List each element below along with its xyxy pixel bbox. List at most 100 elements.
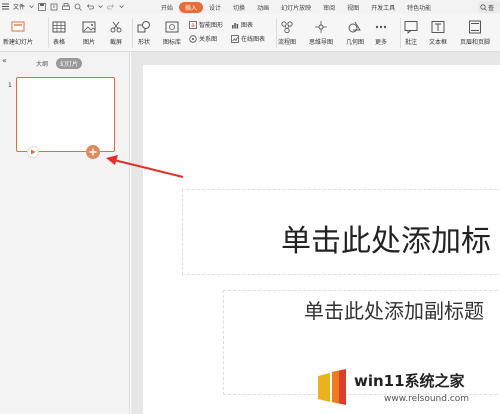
table-icon [52,21,66,33]
add-slide-button[interactable] [86,145,100,159]
more-button[interactable]: 更多 [374,20,388,46]
chart-label: 图表 [241,22,254,29]
tab-4[interactable]: 动画 [251,2,275,13]
slide-panel: « 大纲 幻灯片 1 [0,52,130,414]
shape-label: 形状 [137,39,150,46]
textbox-icon [431,21,445,33]
mindmap-icon [315,21,327,33]
tab-5[interactable]: 幻灯片放映 [275,2,317,13]
tab-outline[interactable]: 大纲 [32,58,52,69]
tab-7[interactable]: 视图 [341,2,365,13]
picture-button[interactable]: 图片 [82,20,96,46]
smart-graphic-label: 智能图形 [199,22,224,29]
shape-button[interactable]: 形状 [137,20,151,46]
search-icon [480,3,487,11]
tab-0[interactable]: 开始 [155,2,179,13]
tab-slides[interactable]: 幻灯片 [56,58,83,69]
search-box[interactable]: 查 [478,1,500,13]
table-label: 表格 [52,39,65,46]
more-label: 更多 [374,39,387,46]
editing-canvas: 单击此处添加标 单击此处添加副标题 [131,52,500,414]
bar-chart-icon [232,22,239,28]
watermark: win11系统之家 www.relsound.com [310,366,500,414]
new-slide-button[interactable]: 新建幻灯片 [3,20,33,46]
slide-editor[interactable]: 单击此处添加标 单击此处添加副标题 [143,65,500,414]
print-icon[interactable] [62,2,70,11]
smart-graphic-icon [189,20,197,29]
tab-8[interactable]: 开发工具 [365,2,401,13]
ribbon-divider [132,18,133,48]
relation-graph-label: 关系图 [199,36,218,43]
screenshot-label: 截屏 [109,39,122,46]
geometry-icon [348,21,361,33]
flowchart-button[interactable]: 流程图 [278,20,296,46]
online-chart-button[interactable]: 在线图表 [231,34,265,43]
slide-number: 1 [8,82,12,89]
tab-9[interactable]: 特色功能 [401,2,437,13]
icon-library-button[interactable]: 图标库 [163,20,181,46]
ribbon-divider [276,18,277,48]
tab-1[interactable]: 插入 [179,2,204,13]
icon-library-icon [165,21,179,33]
slide-thumbnail[interactable] [16,77,115,152]
relation-graph-icon [189,34,197,43]
shapes-icon [137,21,150,33]
tab-3[interactable]: 切换 [227,2,251,13]
header-footer-button[interactable]: 页眉和页脚 [460,20,490,46]
more-icon [375,25,387,29]
export-icon[interactable] [50,3,58,11]
relation-graph-button[interactable]: 关系图 [189,34,217,43]
collapse-panel-icon[interactable]: « [2,56,7,65]
watermark-text: win11系统之家 [354,372,465,390]
search-label: 查 [488,4,495,12]
tab-6[interactable]: 审阅 [317,2,341,13]
scissors-icon [110,21,122,33]
save-icon[interactable] [38,2,46,11]
chart-button[interactable]: 图表 [231,20,253,29]
plus-icon [89,148,97,156]
header-footer-label: 页眉和页脚 [460,39,491,46]
new-slide-label: 新建幻灯片 [3,39,34,46]
icon-library-label: 图标库 [163,39,182,46]
mindmap-label: 思维导图 [309,39,334,46]
flowchart-label: 流程图 [278,39,297,46]
new-slide-icon [11,21,25,32]
header-footer-icon [469,20,481,34]
ribbon-divider [48,18,49,48]
geometry-button[interactable]: 几何图 [346,20,364,46]
play-icon [31,149,36,155]
comment-label: 批注 [404,39,417,46]
picture-icon [82,21,96,33]
preview-icon[interactable] [74,3,82,11]
menu-icon[interactable] [2,3,9,10]
undo-icon[interactable] [86,3,94,11]
ribbon-divider [400,18,401,48]
title-placeholder[interactable]: 单击此处添加标 [182,189,500,275]
textbox-label: 文本框 [429,39,448,46]
tab-2[interactable]: 设计 [203,2,227,13]
picture-label: 图片 [82,39,95,46]
flowchart-icon [281,21,293,34]
comment-button[interactable]: 批注 [404,20,418,46]
screenshot-button[interactable]: 截屏 [109,20,123,46]
comment-icon [404,21,418,34]
ribbon-toolbar: 新建幻灯片 表格 图片 截屏 形状 图标库 智能图形 关系图 图表 在线图表 流… [0,14,500,52]
smart-graphic-button[interactable]: 智能图形 [189,20,223,29]
redo-icon[interactable] [107,3,115,11]
title-placeholder-text: 单击此处添加标 [281,224,491,259]
chevron-down-icon[interactable] [119,4,124,9]
online-chart-icon [231,34,239,43]
chevron-down-icon[interactable] [98,4,103,9]
online-chart-label: 在线图表 [241,36,266,43]
table-button[interactable]: 表格 [52,20,66,46]
watermark-url: www.relsound.com [384,394,470,404]
file-menu[interactable]: 文件 [13,2,25,11]
mindmap-button[interactable]: 思维导图 [309,20,333,46]
play-slide-button[interactable] [27,146,39,158]
textbox-button[interactable]: 文本框 [429,20,447,46]
watermark-logo-icon [318,369,346,405]
chevron-down-icon[interactable] [29,4,34,9]
geometry-label: 几何图 [346,39,365,46]
subtitle-placeholder-text: 单击此处添加副标题 [304,299,484,323]
menu-bar: 文件 开始插入设计切换动画幻灯片放映审阅视图开发工具特色功能 [0,0,500,14]
